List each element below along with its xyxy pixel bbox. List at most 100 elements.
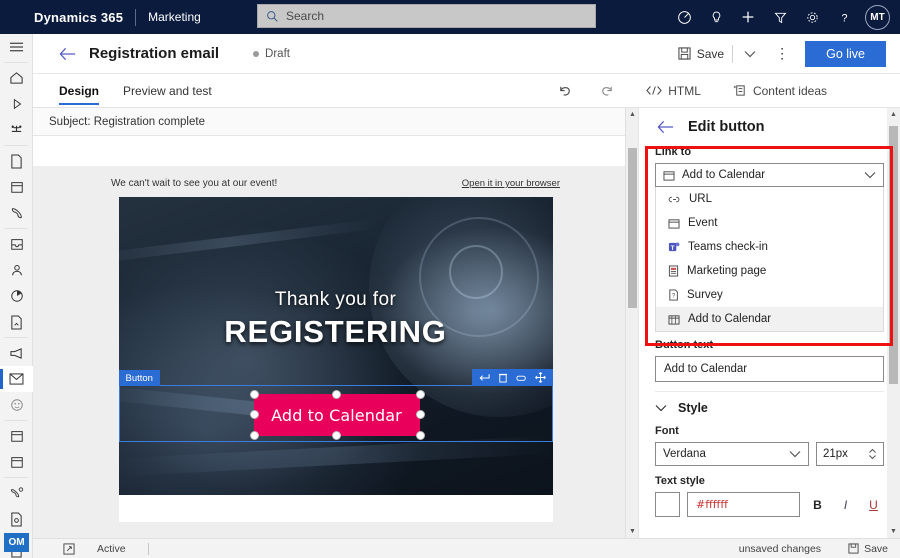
panel-back-icon[interactable]	[657, 120, 674, 134]
home-icon[interactable]	[0, 65, 33, 91]
event-icon[interactable]	[0, 423, 33, 449]
italic-button[interactable]: I	[835, 498, 856, 512]
content-ideas-button[interactable]: Content ideas	[714, 84, 840, 98]
expand-icon[interactable]	[63, 542, 75, 555]
dropdown-option-add-to-calendar[interactable]: Add to Calendar	[656, 307, 883, 331]
add-to-calendar-cta[interactable]: Add to Calendar	[253, 394, 420, 436]
font-size-stepper[interactable]: 21px	[816, 442, 884, 466]
status-label: Draft	[265, 47, 290, 60]
save-button[interactable]: Save	[672, 47, 724, 61]
chevron-down-icon[interactable]	[864, 171, 876, 179]
font-family-select[interactable]: Verdana	[655, 442, 809, 466]
back-icon[interactable]	[59, 47, 76, 61]
resize-handle-tl[interactable]	[249, 390, 259, 399]
hero-streak-1	[118, 218, 378, 266]
dropdown-option-teams-check-in[interactable]: T Teams check-in	[656, 235, 883, 259]
chevron-down-icon[interactable]	[789, 450, 801, 458]
plus-icon[interactable]	[732, 0, 764, 34]
nav-icon-group: ? MT	[668, 0, 894, 34]
status-save-button[interactable]: Save	[843, 543, 888, 555]
tab-design[interactable]: Design	[59, 74, 100, 108]
calendar2-icon[interactable]	[0, 449, 33, 475]
widget-type-label: Button	[118, 370, 160, 386]
email-canvas: Subject: Registration complete We can't …	[33, 108, 638, 538]
avatar[interactable]: MT	[865, 4, 890, 30]
reply-icon[interactable]	[475, 369, 493, 386]
tab-preview-and-test[interactable]: Preview and test	[123, 74, 212, 108]
add-calendar-icon	[668, 314, 680, 325]
email-body: Thank you for REGISTERING Button Add to …	[118, 197, 553, 522]
chevron-down-icon[interactable]	[655, 404, 667, 412]
recent-icon[interactable]	[0, 91, 33, 117]
command-bar-actions: Save ⋮ Go live	[672, 40, 886, 67]
segment-icon[interactable]	[0, 283, 33, 309]
redo-icon[interactable]	[586, 84, 627, 98]
resize-handle-tr[interactable]	[415, 390, 425, 399]
stepper-arrows-icon[interactable]	[868, 447, 877, 461]
panel-scroll-up-icon[interactable]: ▲	[887, 108, 900, 121]
resize-handle-br[interactable]	[415, 431, 425, 440]
active-status-label: Active	[97, 542, 126, 555]
open-in-browser-link[interactable]: Open it in your browser	[462, 178, 560, 189]
help-icon[interactable]: ?	[828, 0, 860, 34]
calendar-icon[interactable]	[0, 174, 33, 200]
duplicate-icon[interactable]	[513, 369, 531, 386]
panel-scroll-down-icon[interactable]: ▼	[887, 525, 900, 538]
panel-scroll-thumb[interactable]	[889, 126, 898, 384]
resize-handle-bc[interactable]	[331, 431, 341, 440]
resize-handle-mr[interactable]	[415, 410, 425, 419]
delete-icon[interactable]	[494, 369, 512, 386]
move-icon[interactable]	[532, 369, 550, 386]
selected-button-widget[interactable]: Button Add to Calendar	[118, 369, 553, 442]
form-icon[interactable]	[0, 506, 33, 532]
menu-icon[interactable]	[0, 34, 33, 60]
search-input[interactable]: Search	[257, 4, 596, 28]
email-icon[interactable]	[0, 366, 33, 392]
button-text-input[interactable]: Add to Calendar	[655, 356, 884, 382]
underline-button[interactable]: U	[863, 498, 884, 512]
html-button[interactable]: HTML	[627, 84, 714, 98]
panel-scrollbar[interactable]: ▲ ▼	[887, 108, 900, 538]
canvas-scroll-thumb[interactable]	[628, 148, 637, 308]
target-icon[interactable]	[668, 0, 700, 34]
dropdown-option-label: URL	[689, 193, 713, 205]
call-settings-icon[interactable]	[0, 480, 33, 506]
undo-icon[interactable]	[545, 84, 586, 98]
report-icon[interactable]	[0, 309, 33, 335]
style-section-header[interactable]: Style	[655, 401, 884, 415]
filter-icon[interactable]	[764, 0, 796, 34]
phone-icon[interactable]	[0, 200, 33, 226]
command-bar: Registration email Draft Save ⋮ Go live	[33, 34, 900, 74]
go-live-button[interactable]: Go live	[805, 40, 886, 67]
more-options-button[interactable]: ⋮	[775, 45, 789, 62]
dropdown-option-marketing-page[interactable]: Marketing page	[656, 259, 883, 283]
bold-button[interactable]: B	[807, 498, 828, 512]
inbox-icon[interactable]	[0, 231, 33, 257]
style-section-title: Style	[678, 401, 708, 415]
dropdown-option-url[interactable]: URL	[656, 187, 883, 211]
link-to-dropdown[interactable]: URL Event T Teams check-in Marketing pag…	[655, 187, 884, 332]
resize-handle-tc[interactable]	[331, 390, 341, 399]
text-color-value: #ffffff	[696, 498, 728, 511]
pinned-icon[interactable]	[0, 117, 33, 143]
dropdown-option-event[interactable]: Event	[656, 211, 883, 235]
html-label: HTML	[668, 83, 701, 98]
smiley-icon[interactable]	[0, 392, 33, 418]
contact-icon[interactable]	[0, 257, 33, 283]
calendar-icon	[668, 218, 680, 229]
megaphone-icon[interactable]	[0, 340, 33, 366]
canvas-scrollbar[interactable]: ▲ ▼	[625, 108, 638, 538]
page-icon[interactable]	[0, 148, 33, 174]
dropdown-option-survey[interactable]: ? Survey	[656, 283, 883, 307]
gear-icon[interactable]	[796, 0, 828, 34]
subject-bar[interactable]: Subject: Registration complete	[33, 108, 638, 136]
save-chevron-down-icon[interactable]	[741, 50, 759, 58]
text-color-hex-input[interactable]: #ffffff	[687, 492, 800, 517]
hero-line-1: Thank you for	[274, 289, 397, 310]
link-to-select[interactable]: Add to Calendar	[655, 163, 884, 187]
resize-handle-ml[interactable]	[249, 410, 259, 419]
resize-handle-bl[interactable]	[249, 431, 259, 440]
text-color-swatch[interactable]	[655, 492, 680, 517]
lightbulb-icon[interactable]	[700, 0, 732, 34]
org-badge[interactable]: OM	[4, 533, 29, 552]
